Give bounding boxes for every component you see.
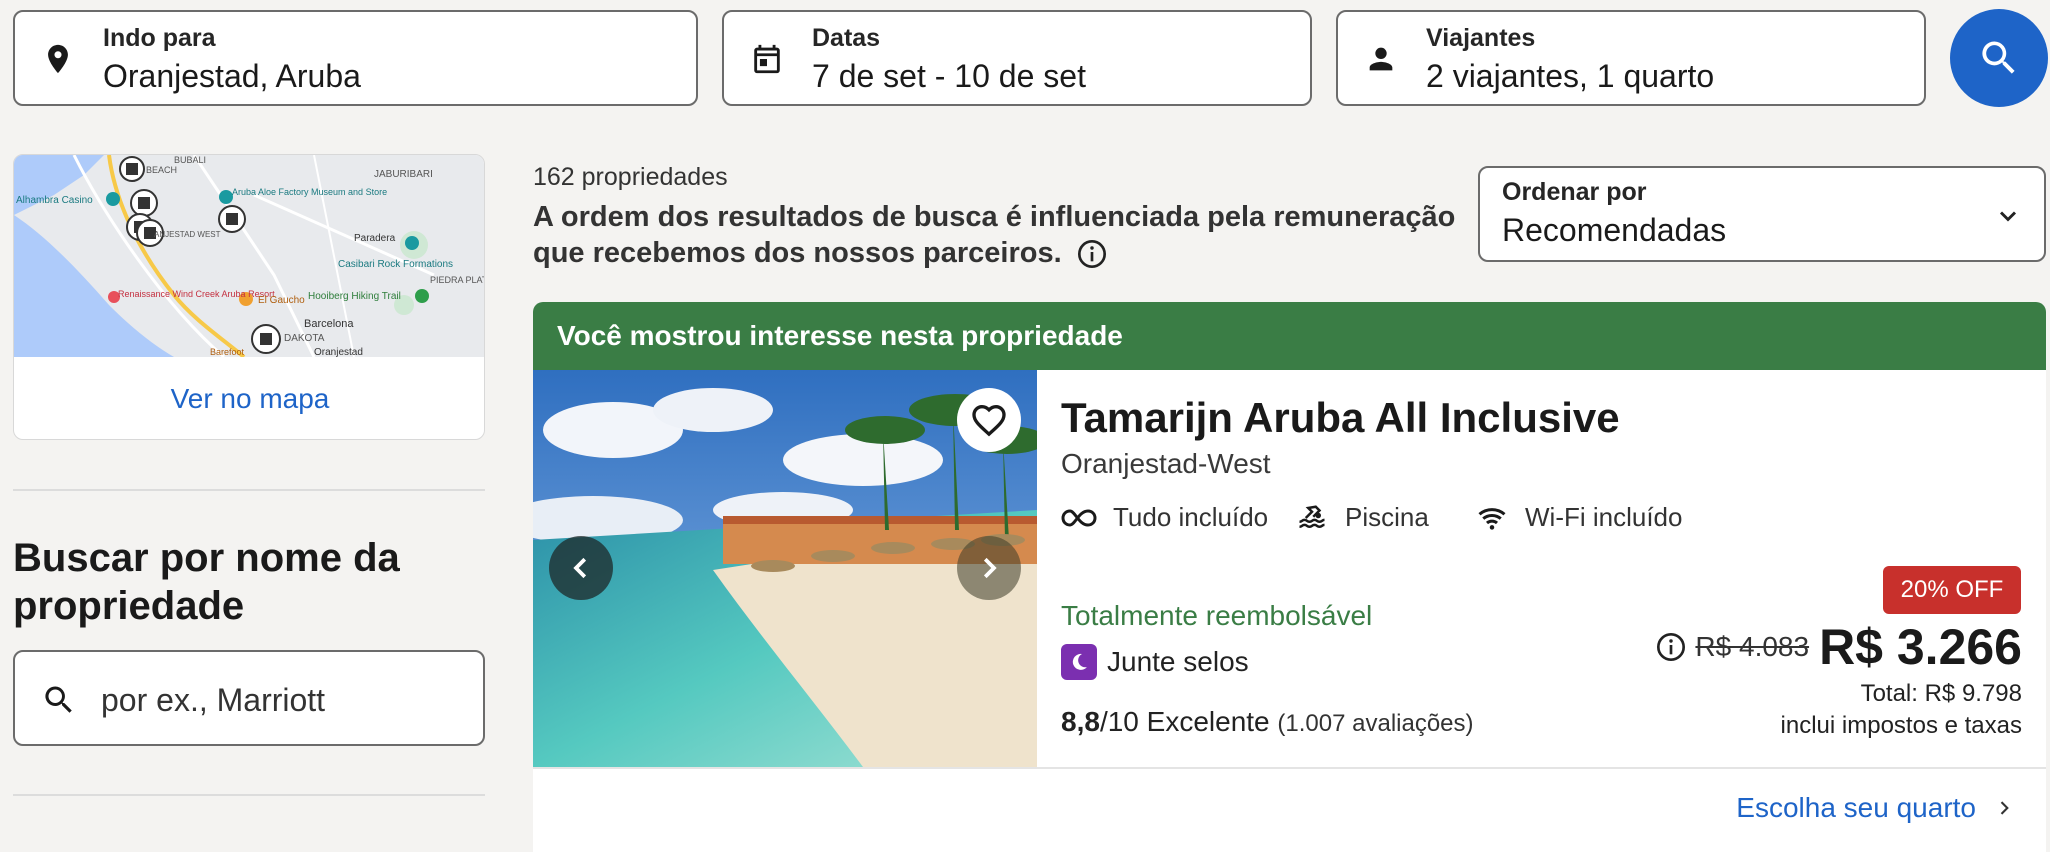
- location-pin-icon: [48, 44, 68, 74]
- chevron-down-icon: [1999, 211, 2017, 222]
- price-row: R$ 4.083 R$ 3.266: [1655, 618, 2022, 676]
- property-area: Oranjestad-West: [1061, 448, 1271, 479]
- current-price: R$ 3.266: [1819, 619, 2022, 675]
- chevron-right-icon: [2000, 801, 2009, 815]
- map-label: BUBALI: [174, 155, 206, 165]
- map-label: PIEDRA PLAT: [430, 275, 485, 285]
- original-price: R$ 4.083: [1695, 631, 1810, 662]
- amenity-label: Piscina: [1345, 502, 1429, 532]
- calendar-icon: [754, 44, 780, 74]
- pool-icon: [1299, 504, 1325, 528]
- property-name[interactable]: Tamarijn Aruba All Inclusive: [1061, 394, 1620, 442]
- wifi-icon: [1478, 507, 1506, 530]
- choose-room-label: Escolha seu quarto: [1736, 792, 1976, 823]
- search-button[interactable]: [1950, 9, 2048, 107]
- sidebar-divider: [13, 489, 485, 491]
- ranking-disclaimer: A ordem dos resultados de busca é influe…: [533, 199, 1473, 271]
- map-label: Oranjestad: [314, 347, 363, 357]
- name-search-input[interactable]: [101, 678, 461, 722]
- chevron-left-icon: [573, 557, 587, 579]
- disclaimer-text: A ordem dos resultados de busca é influe…: [533, 201, 1456, 269]
- amenity-all-inclusive: Tudo incluído: [1061, 502, 1268, 533]
- map-label: Casibari Rock Formations: [338, 259, 453, 270]
- interest-banner: Você mostrou interesse nesta propriedade: [533, 302, 2046, 370]
- guest-rating: 8,8/10 Excelente (1.007 avaliações): [1061, 706, 1474, 738]
- amenity-label: Tudo incluído: [1113, 502, 1269, 532]
- view-on-map-link[interactable]: Ver no mapa: [14, 357, 484, 439]
- info-icon[interactable]: [1076, 238, 1108, 270]
- sort-label: Ordenar por: [1502, 178, 1647, 206]
- map-hotel-marker[interactable]: [130, 189, 158, 217]
- property-card[interactable]: Você mostrou interesse nesta propriedade: [533, 302, 2046, 852]
- total-price: Total: R$ 9.798: [1860, 680, 2022, 707]
- map-label: DAKOTA: [284, 333, 325, 344]
- map-hotel-marker[interactable]: [218, 205, 246, 233]
- map-label: JABURIBARI: [374, 169, 433, 180]
- map-label: ANJESTAD WEST: [154, 230, 221, 239]
- map-label: Hooiberg Hiking Trail: [308, 291, 401, 302]
- map-label: Paradera: [354, 233, 396, 244]
- photo-next-button[interactable]: [957, 536, 1021, 600]
- all-inclusive-icon: [1061, 508, 1097, 527]
- rating-word: Excelente: [1146, 706, 1270, 737]
- chevron-right-icon: [983, 557, 997, 579]
- map-label: El Gaucho: [258, 295, 305, 306]
- dates-value[interactable]: 7 de set - 10 de set: [812, 58, 1086, 95]
- map-label: Barefoot: [210, 347, 245, 357]
- map-card[interactable]: BEACH BUBALI JABURIBARI Alhambra Casino …: [13, 154, 485, 440]
- map-label: Renaissance Wind Creek Aruba Resort: [118, 289, 275, 299]
- travelers-value[interactable]: 2 viajantes, 1 quarto: [1426, 58, 1714, 95]
- stamps-badge: Junte selos: [1061, 644, 1249, 680]
- name-search-box[interactable]: [13, 650, 485, 746]
- refundable-label: Totalmente reembolsável: [1061, 600, 1373, 631]
- search-icon: [45, 686, 72, 713]
- amenity-pool: Piscina: [1295, 502, 1429, 533]
- amenity-wifi: Wi-Fi incluído: [1475, 502, 1682, 533]
- discount-badge: 20% OFF: [1883, 566, 2021, 614]
- travelers-label: Viajantes: [1426, 24, 1536, 52]
- heart-icon: [972, 404, 1006, 437]
- results-count: 162 propriedades: [533, 163, 728, 191]
- sort-select[interactable]: Ordenar por Recomendadas: [1478, 166, 2046, 262]
- map-hotel-marker[interactable]: [119, 156, 145, 182]
- destination-label: Indo para: [103, 24, 216, 52]
- taxes-note: inclui impostos e taxas: [1780, 712, 2022, 739]
- favorite-button[interactable]: [957, 388, 1021, 452]
- travelers-field[interactable]: Viajantes 2 viajantes, 1 quarto: [1336, 10, 1926, 106]
- moon-icon: [1061, 644, 1097, 680]
- sidebar-divider: [13, 794, 485, 796]
- card-divider: [533, 767, 2046, 769]
- destination-value[interactable]: Oranjestad, Aruba: [103, 58, 361, 95]
- choose-room-link[interactable]: Escolha seu quarto: [1736, 792, 2014, 824]
- review-count: (1.007 avaliações): [1277, 710, 1474, 737]
- stamps-label: Junte selos: [1107, 646, 1249, 677]
- person-icon: [1369, 47, 1393, 71]
- amenity-label: Wi-Fi incluído: [1525, 502, 1683, 532]
- dates-label: Datas: [812, 24, 881, 52]
- property-photo[interactable]: [533, 370, 1037, 767]
- search-icon: [1982, 41, 2015, 74]
- dates-field[interactable]: Datas 7 de set - 10 de set: [722, 10, 1312, 106]
- sort-value: Recomendadas: [1502, 212, 1727, 248]
- map-label: Alhambra Casino: [16, 195, 93, 206]
- destination-field[interactable]: Indo para Oranjestad, Aruba: [13, 10, 698, 106]
- map-label: Barcelona: [304, 318, 354, 330]
- map-hotel-marker[interactable]: [251, 324, 281, 354]
- name-search-title: Buscar por nome da propriedade: [13, 536, 400, 628]
- map-label: Aruba Aloe Factory Museum and Store: [232, 187, 387, 197]
- info-icon[interactable]: [1655, 631, 1687, 663]
- map-label: BEACH: [146, 165, 177, 175]
- rating-scale: /10: [1099, 706, 1139, 737]
- map-thumbnail[interactable]: BEACH BUBALI JABURIBARI Alhambra Casino …: [14, 155, 485, 357]
- photo-prev-button[interactable]: [549, 536, 613, 600]
- rating-score: 8,8: [1061, 706, 1100, 737]
